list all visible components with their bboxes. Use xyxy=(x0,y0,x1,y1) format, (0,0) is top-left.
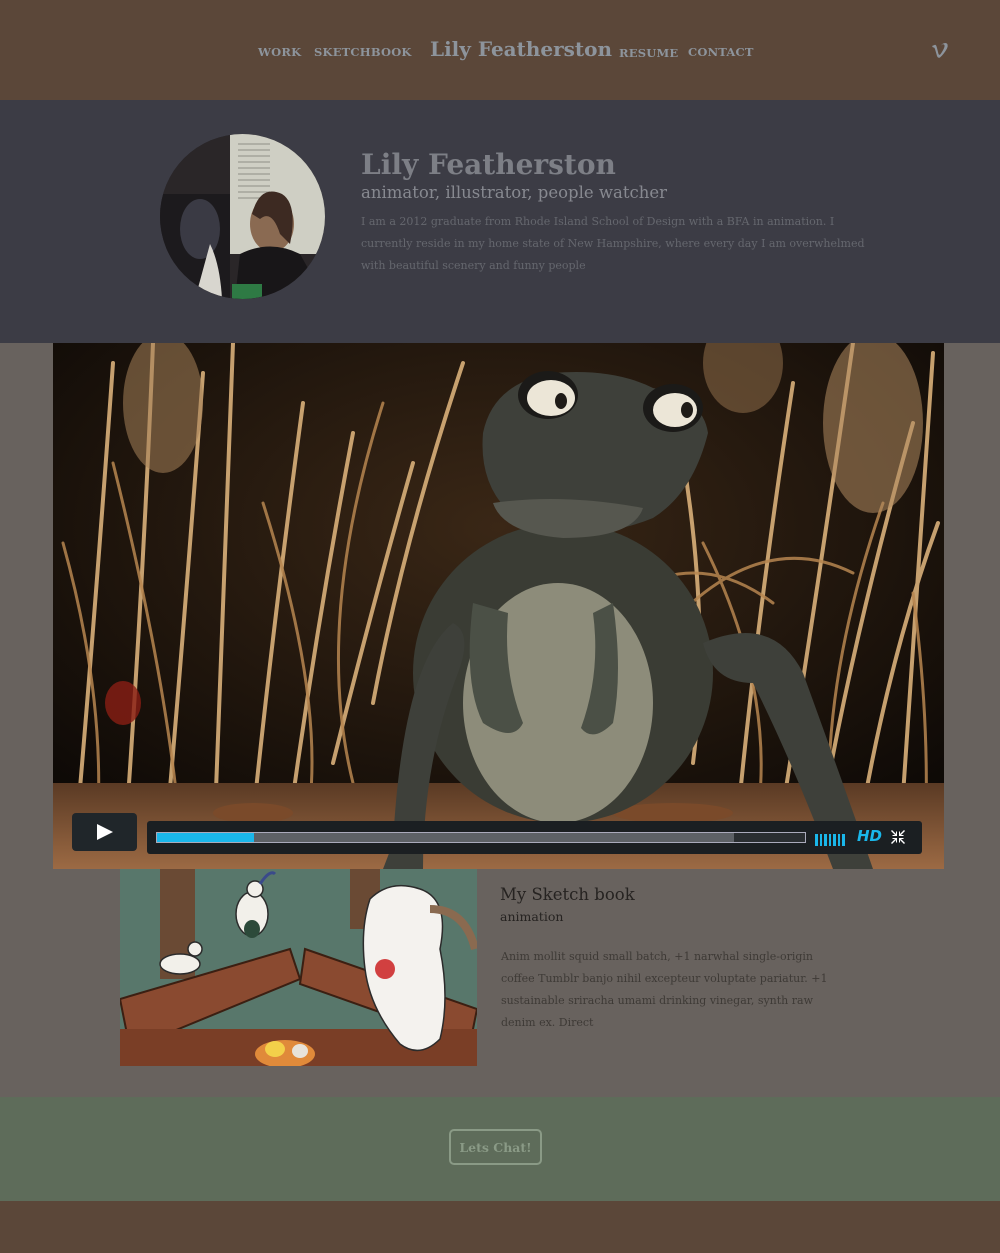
nav-sketchbook-link[interactable]: SKETCHBOOK xyxy=(314,45,412,59)
content-section: HD My Sketch book animation Anim mollit … xyxy=(0,343,1000,1098)
avatar xyxy=(160,134,325,299)
hd-toggle[interactable]: HD xyxy=(857,827,882,845)
sketchbook-body: Anim mollit squid small batch, +1 narwha… xyxy=(501,950,828,1029)
sketchbook-image[interactable] xyxy=(120,869,477,1066)
vimeo-icon[interactable] xyxy=(930,40,950,60)
profile-tagline: animator, illustrator, people watcher xyxy=(361,183,667,202)
nav-resume-link[interactable]: RESUME xyxy=(619,46,678,60)
profile-bio: I am a 2012 graduate from Rhode Island S… xyxy=(361,215,865,272)
sketchbook-title: My Sketch book xyxy=(500,885,635,904)
sketchbook-subtitle: animation xyxy=(500,909,564,924)
nav-work-link[interactable]: WORK xyxy=(258,45,301,59)
lets-chat-button[interactable]: Lets Chat! xyxy=(449,1129,542,1165)
play-button[interactable] xyxy=(72,813,137,851)
progress-bar[interactable] xyxy=(156,832,806,843)
progress-played xyxy=(157,833,254,842)
profile-section: Lily Featherston animator, illustrator, … xyxy=(0,100,1000,343)
video-frame xyxy=(53,343,944,869)
top-nav: WORK SKETCHBOOK Lily Featherston RESUME … xyxy=(0,0,1000,100)
fullscreen-icon[interactable] xyxy=(891,830,905,844)
page-footer xyxy=(0,1201,1000,1253)
site-title-link[interactable]: Lily Featherston xyxy=(430,37,612,61)
contact-cta-section: Lets Chat! xyxy=(0,1097,1000,1201)
profile-name: Lily Featherston xyxy=(361,148,616,181)
video-controls: HD xyxy=(147,821,922,854)
play-icon xyxy=(97,824,113,840)
volume-control[interactable] xyxy=(815,831,851,846)
video-player[interactable]: HD xyxy=(53,343,944,869)
nav-contact-link[interactable]: CONTACT xyxy=(688,45,754,59)
